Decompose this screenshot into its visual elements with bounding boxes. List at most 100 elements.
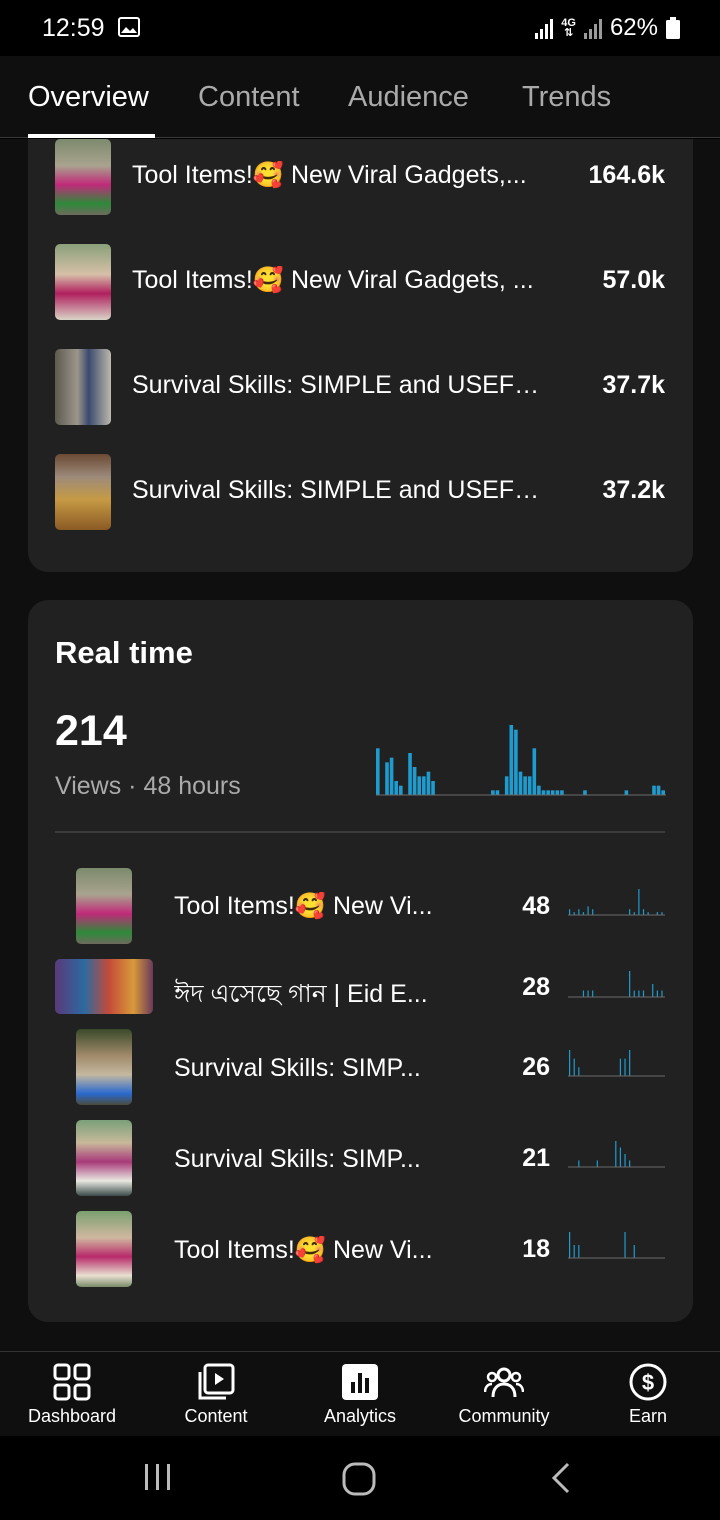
top-content-row[interactable]: Survival Skills: SIMPLE and USEFU... 37.… [55, 349, 665, 429]
tab-bar: Overview Content Audience Trends [0, 56, 720, 138]
spark-bar [661, 990, 663, 997]
spark-bar [629, 909, 631, 915]
status-time: 12:59 [42, 14, 105, 42]
home-icon[interactable] [342, 1462, 376, 1496]
realtime-bar [426, 771, 431, 795]
spark-bar [633, 990, 635, 997]
nav-community[interactable]: Community [432, 1352, 576, 1437]
divider [55, 831, 665, 833]
overview-scroll[interactable]: Tool Items!🥰 New Viral Gadgets,... 164.6… [0, 139, 720, 1351]
spark-bar [582, 990, 585, 997]
realtime-bar [514, 729, 518, 795]
tab-trends[interactable]: Trends [522, 81, 611, 114]
realtime-video-row[interactable]: ঈদ এসেছে গান | Eid E... 28 [55, 959, 665, 1039]
community-icon [484, 1367, 524, 1398]
video-title: Tool Items!🥰 New Viral Gadgets, ... [132, 266, 534, 294]
content-icon [198, 1363, 235, 1400]
video-views: 18 [522, 1235, 550, 1263]
realtime-bar [555, 790, 560, 795]
realtime-bar [408, 753, 412, 795]
realtime-bar [495, 790, 500, 795]
nav-label: Dashboard [27, 1406, 117, 1426]
signal-2-icon [583, 17, 602, 39]
video-thumbnail [55, 454, 111, 530]
realtime-bar [509, 725, 514, 795]
video-title: Survival Skills: SIMP... [174, 1145, 421, 1173]
video-title: Tool Items!🥰 New Vi... [174, 1236, 433, 1264]
video-views: 26 [522, 1053, 550, 1081]
video-title: Tool Items!🥰 New Vi... [174, 892, 433, 920]
nav-content[interactable]: Content [144, 1352, 288, 1437]
dashboard-icon [53, 1363, 91, 1401]
spark-bar [615, 1141, 617, 1167]
recent-apps-icon[interactable] [142, 1462, 174, 1492]
top-content-row[interactable]: Tool Items!🥰 New Viral Gadgets, ... 57.0… [55, 244, 665, 324]
video-title: Survival Skills: SIMPLE and USEFU... [132, 476, 552, 504]
tab-content[interactable]: Content [198, 81, 300, 114]
analytics-icon [342, 1364, 378, 1400]
nav-earn[interactable]: $ Earn [576, 1352, 720, 1437]
video-title: Tool Items!🥰 New Viral Gadgets,... [132, 161, 527, 189]
video-sparkline [568, 971, 665, 998]
nav-label: Community [458, 1406, 550, 1426]
video-views: 48 [522, 892, 550, 920]
video-thumbnail [76, 1120, 132, 1196]
top-content-card: Tool Items!🥰 New Viral Gadgets,... 164.6… [28, 139, 693, 572]
realtime-bar [394, 781, 399, 795]
video-sparkline [568, 1232, 665, 1259]
spark-bar [578, 1245, 580, 1258]
spark-bar [578, 1160, 580, 1167]
video-thumbnail [76, 1029, 132, 1105]
top-content-row[interactable]: Tool Items!🥰 New Viral Gadgets,... 164.6… [55, 139, 665, 219]
tab-audience[interactable]: Audience [348, 81, 469, 114]
realtime-bar [431, 781, 435, 795]
spark-bar [629, 1160, 631, 1167]
realtime-bar [624, 790, 629, 795]
nav-analytics[interactable]: Analytics [288, 1352, 432, 1437]
nav-label: Analytics [323, 1406, 397, 1426]
network-type: 4G ⇅ [561, 17, 576, 39]
realtime-bar [652, 785, 656, 795]
spark-bar [642, 909, 645, 915]
realtime-card[interactable]: Real time 214 Views · 48 hours Tool Item… [28, 600, 693, 1322]
spark-bar [592, 909, 594, 915]
realtime-bar [504, 776, 509, 795]
realtime-bar [422, 776, 426, 795]
realtime-subtitle: Views · 48 hours [55, 772, 241, 800]
spark-bar [573, 1058, 575, 1076]
realtime-bar [417, 776, 422, 795]
realtime-bar [532, 748, 537, 795]
realtime-bar [527, 776, 532, 795]
tab-overview[interactable]: Overview [28, 81, 149, 114]
spark-bar [569, 909, 571, 915]
realtime-bar [560, 790, 564, 795]
video-views: 57.0k [602, 266, 665, 294]
video-sparkline [568, 1050, 665, 1077]
realtime-bar [491, 790, 495, 795]
spark-bar [656, 990, 658, 997]
spark-bar [569, 1232, 571, 1258]
spark-bar [638, 889, 640, 915]
bottom-nav: Dashboard Content Analytics Community $ … [0, 1351, 720, 1436]
realtime-video-row[interactable]: Survival Skills: SIMP... 26 [55, 1029, 665, 1109]
realtime-bar [546, 790, 550, 795]
realtime-bar [583, 790, 587, 795]
back-icon[interactable] [550, 1462, 572, 1494]
realtime-video-row[interactable]: Survival Skills: SIMP... 21 [55, 1120, 665, 1200]
realtime-video-row[interactable]: Tool Items!🥰 New Vi... 18 [55, 1211, 665, 1291]
spark-bar [569, 1050, 571, 1076]
nav-dashboard[interactable]: Dashboard [0, 1352, 144, 1437]
top-content-row[interactable]: Survival Skills: SIMPLE and USEFU... 37.… [55, 454, 665, 534]
video-thumbnail [55, 349, 111, 425]
realtime-video-row[interactable]: Tool Items!🥰 New Vi... 48 [55, 868, 665, 948]
spark-bar [624, 1058, 626, 1076]
status-bar: 12:59 4G ⇅ 62% [0, 0, 720, 56]
image-icon [118, 17, 140, 37]
nav-label: Earn [628, 1406, 668, 1426]
realtime-bar-chart [376, 725, 666, 796]
video-thumbnail [55, 959, 153, 1014]
video-views: 37.7k [602, 371, 665, 399]
realtime-bar [541, 790, 546, 795]
spark-bar [578, 1067, 580, 1076]
realtime-bar [661, 790, 665, 795]
